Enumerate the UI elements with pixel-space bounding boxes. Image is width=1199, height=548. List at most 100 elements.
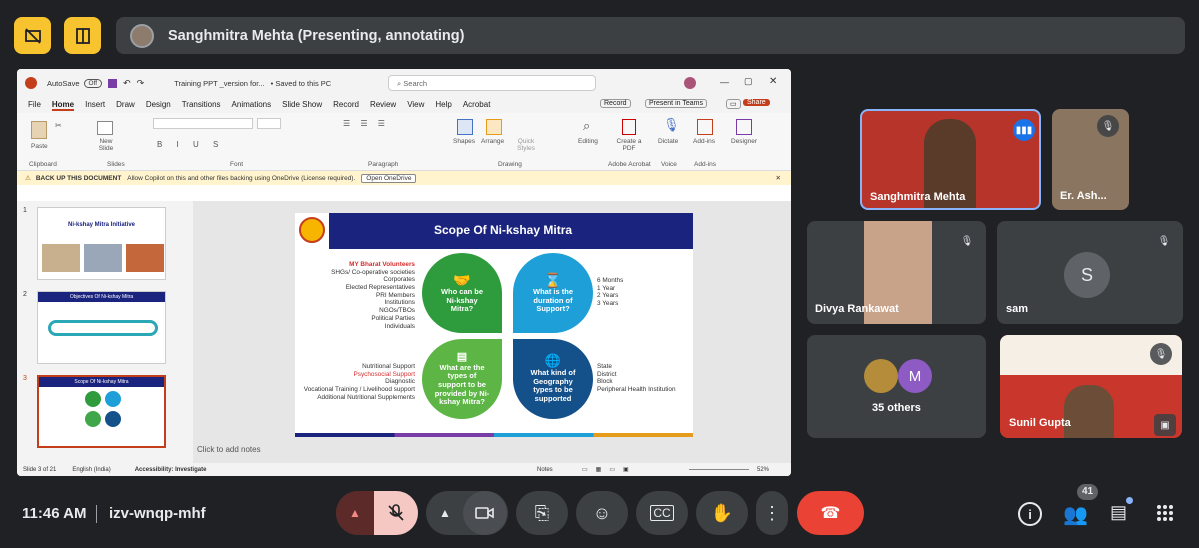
raise-hand-button[interactable]: ✋ bbox=[696, 491, 748, 535]
chat-notification-dot bbox=[1126, 497, 1133, 504]
slide-thumb-2[interactable]: Objectives Of Ni-kshay Mitra bbox=[37, 291, 166, 364]
designer-label[interactable]: Designer bbox=[731, 138, 757, 145]
restore-icon[interactable]: ▢ bbox=[744, 76, 753, 87]
reactions-button[interactable]: ☺ bbox=[576, 491, 628, 535]
menu-item-help[interactable]: Help bbox=[435, 100, 451, 111]
menu-item-record[interactable]: Record bbox=[333, 100, 359, 111]
editing-search-icon[interactable]: ⌕ bbox=[583, 118, 590, 134]
info-icon[interactable]: i bbox=[1018, 502, 1042, 526]
autosave-toggle[interactable]: Off bbox=[83, 78, 103, 88]
divider bbox=[96, 505, 97, 523]
voice-group-label: Voice bbox=[661, 161, 677, 168]
accessibility-status[interactable]: Accessibility: Investigate bbox=[135, 467, 207, 473]
undo-icon[interactable]: ↶ bbox=[123, 78, 131, 89]
menu-item-view[interactable]: View bbox=[407, 100, 424, 111]
duration-item: 1 Year bbox=[597, 284, 616, 292]
record-button[interactable]: Record bbox=[600, 99, 631, 108]
new-slide-icon[interactable] bbox=[97, 121, 113, 135]
audio-options-button[interactable]: ▲ bbox=[336, 491, 374, 535]
cut-icon[interactable]: ✂ bbox=[55, 121, 62, 130]
video-options-chevron-icon[interactable]: ▲ bbox=[427, 506, 463, 520]
menu-item-slide-show[interactable]: Slide Show bbox=[282, 100, 322, 111]
microphone-icon[interactable]: 🎙 bbox=[663, 117, 680, 133]
menu-item-animations[interactable]: Animations bbox=[232, 100, 272, 111]
menu-item-file[interactable]: File bbox=[28, 100, 41, 111]
comments-icon[interactable]: ▭ bbox=[726, 99, 741, 109]
create-pdf-label[interactable]: Create a PDF bbox=[615, 138, 643, 152]
close-icon[interactable]: ✕ bbox=[769, 76, 777, 87]
hide-self-view-button[interactable] bbox=[14, 17, 51, 54]
pdf-icon[interactable] bbox=[622, 119, 636, 135]
quick-styles-label[interactable]: Quick Styles bbox=[513, 138, 539, 152]
menu-item-home[interactable]: Home bbox=[51, 100, 75, 111]
menu-item-insert[interactable]: Insert bbox=[85, 100, 105, 111]
save-status[interactable]: • Saved to this PC bbox=[271, 79, 332, 88]
addins-icon[interactable] bbox=[697, 119, 713, 135]
tile-ash[interactable]: 🎙 Er. Ash... bbox=[1052, 109, 1129, 210]
notes-button[interactable]: Notes bbox=[537, 467, 553, 473]
paragraph-icons[interactable]: ☰ ☰ ☰ bbox=[343, 119, 389, 128]
arrange-icon[interactable] bbox=[486, 119, 502, 135]
dictate-label[interactable]: Dictate bbox=[658, 138, 678, 145]
notes-area[interactable]: Click to add notes bbox=[197, 445, 261, 454]
mic-toggle-button[interactable] bbox=[374, 491, 418, 535]
tile-sunil[interactable]: 🎙 ▣ Sunil Gupta bbox=[1000, 335, 1182, 438]
font-format-icons[interactable]: B I U S bbox=[157, 140, 224, 149]
shapes-icon[interactable] bbox=[457, 119, 473, 135]
slide-editing-area[interactable]: Scope Of Ni-kshay Mitra MY Bharat Volunt… bbox=[193, 201, 791, 463]
language[interactable]: English (India) bbox=[72, 467, 110, 473]
view-buttons[interactable]: ▭▦▭▣ bbox=[582, 466, 637, 473]
paste-label[interactable]: Paste bbox=[31, 143, 48, 150]
banner-close-icon[interactable]: ✕ bbox=[776, 174, 781, 182]
designer-icon[interactable] bbox=[736, 119, 752, 135]
save-icon[interactable] bbox=[108, 78, 118, 88]
menu-item-transitions[interactable]: Transitions bbox=[182, 100, 221, 111]
pin-layout-button[interactable] bbox=[64, 17, 101, 54]
powerpoint-window[interactable]: AutoSave Off ↶ ↷ Training PPT _version f… bbox=[17, 69, 791, 476]
redo-icon[interactable]: ↷ bbox=[137, 78, 145, 89]
pip-icon[interactable]: ▣ bbox=[1154, 414, 1176, 436]
tile-sam[interactable]: S 🎙 sam bbox=[997, 221, 1183, 324]
participant-name: Divya Rankawat bbox=[815, 303, 899, 315]
grid-icon bbox=[1157, 505, 1173, 521]
minimize-icon[interactable]: — bbox=[720, 77, 729, 87]
captions-button[interactable]: CC bbox=[636, 491, 688, 535]
account-avatar[interactable] bbox=[684, 77, 696, 89]
zoom-level[interactable]: 52% bbox=[757, 467, 769, 473]
present-screen-button[interactable]: ⎘ bbox=[516, 491, 568, 535]
tile-others[interactable]: M 35 others bbox=[807, 335, 986, 438]
paste-icon[interactable] bbox=[31, 121, 47, 139]
share-button[interactable]: Share bbox=[743, 99, 770, 106]
search-box[interactable]: ⌕ Search bbox=[388, 75, 596, 91]
zoom-slider[interactable] bbox=[689, 469, 749, 470]
new-slide-label[interactable]: New Slide bbox=[95, 138, 117, 152]
globe-icon: 🌐 bbox=[544, 353, 562, 369]
menu-item-design[interactable]: Design bbox=[146, 100, 171, 111]
leave-call-button[interactable]: ☎ bbox=[797, 491, 864, 535]
camera-toggle-button[interactable] bbox=[463, 491, 507, 535]
menu-item-draw[interactable]: Draw bbox=[116, 100, 135, 111]
slide-thumb-3[interactable]: Scope Of Ni-kshay Mitra bbox=[37, 375, 166, 448]
addins-label[interactable]: Add-ins bbox=[693, 138, 715, 145]
arrange-label[interactable]: Arrange bbox=[481, 138, 504, 145]
menu-item-acrobat[interactable]: Acrobat bbox=[463, 100, 491, 111]
people-icon[interactable]: 👥 bbox=[1063, 502, 1088, 527]
thumbnail-pane[interactable]: 1 Ni-kshay Mitra Initiative 2 Objectives… bbox=[17, 201, 193, 463]
slide-canvas[interactable]: Scope Of Ni-kshay Mitra MY Bharat Volunt… bbox=[295, 213, 693, 437]
slide-count: Slide 3 of 21 bbox=[23, 466, 57, 473]
speaking-icon: ▮▮▮ bbox=[1013, 119, 1035, 141]
tile-divya[interactable]: 🎙 Divya Rankawat bbox=[807, 221, 986, 324]
tile-sanghmitra[interactable]: ▮▮▮ Sanghmitra Mehta bbox=[860, 109, 1041, 210]
slide-thumb-1[interactable]: Ni-kshay Mitra Initiative bbox=[37, 207, 166, 280]
font-size-select[interactable] bbox=[257, 118, 281, 129]
open-onedrive-button[interactable]: Open OneDrive bbox=[361, 173, 417, 183]
editing-label[interactable]: Editing bbox=[578, 138, 598, 145]
font-name-select[interactable] bbox=[153, 118, 253, 129]
shapes-label[interactable]: Shapes bbox=[453, 138, 475, 145]
chat-icon[interactable]: ▤ bbox=[1110, 502, 1127, 523]
more-options-button[interactable]: ⋮ bbox=[756, 491, 788, 535]
activities-icon[interactable] bbox=[1155, 503, 1175, 523]
present-in-teams-button[interactable]: Present in Teams bbox=[645, 99, 707, 108]
menu-item-review[interactable]: Review bbox=[370, 100, 396, 111]
ppt-menu: File Home Insert Draw Design Transitions Anima… bbox=[17, 97, 791, 113]
